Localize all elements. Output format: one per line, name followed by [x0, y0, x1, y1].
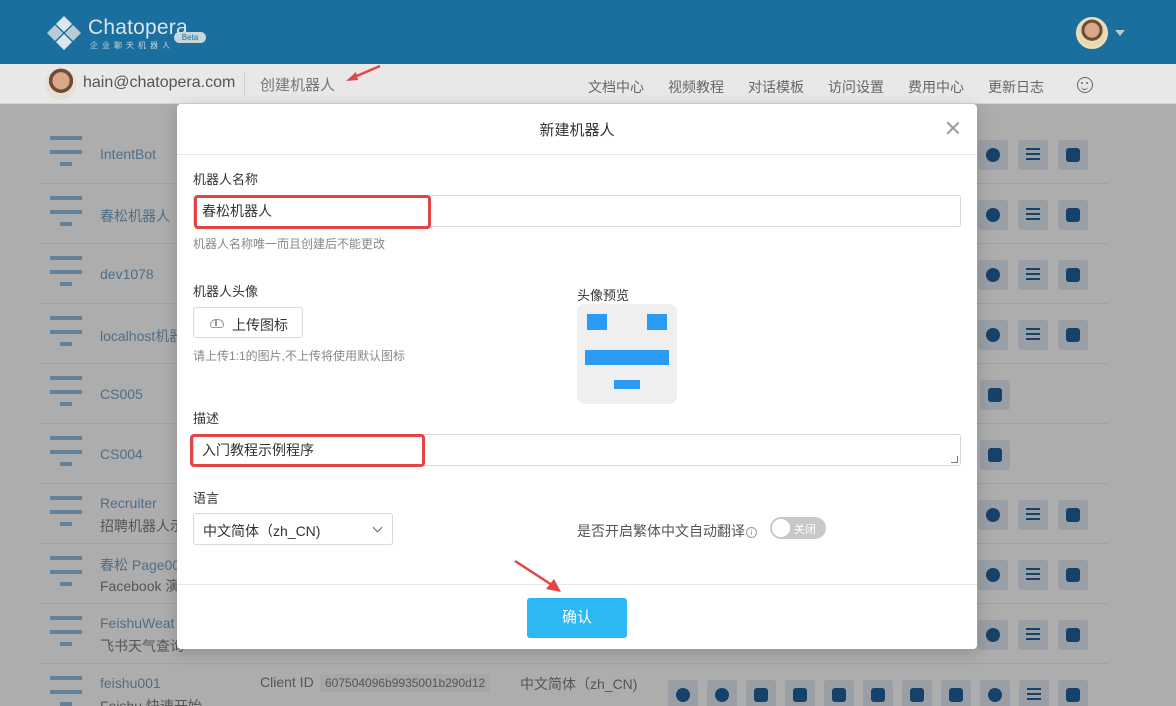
language-select[interactable]: 中文简体（zh_CN) [193, 513, 393, 545]
nav-templates[interactable]: 对话模板 [748, 77, 804, 97]
dialog-title: 新建机器人 [539, 122, 615, 139]
nav-changelog[interactable]: 更新日志 [988, 77, 1044, 97]
create-bot-dialog: 新建机器人 机器人名称 春松机器人 机器人名称唯一而且创建后不能更改 机器人头像… [177, 104, 977, 649]
nav-docs[interactable]: 文档中心 [588, 77, 644, 97]
avatar-preview-label: 头像预览 [577, 288, 630, 303]
chevron-down-icon[interactable] [1115, 30, 1125, 36]
nav-videos[interactable]: 视频教程 [668, 77, 724, 97]
language-label: 语言 [193, 491, 220, 506]
logo-text: Chatopera [88, 16, 188, 39]
divider [244, 72, 245, 96]
sub-nav: hain@chatopera.com 创建机器人 文档中心 视频教程 对话模板 … [0, 64, 1176, 104]
language-select-value: 中文简体（zh_CN) [203, 523, 321, 539]
dialog-footer: 确认 [177, 584, 977, 649]
toggle-state-text: 关闭 [794, 524, 816, 536]
resize-handle-icon[interactable] [951, 456, 958, 463]
dialog-header: 新建机器人 [177, 104, 977, 155]
feedback-smiley-icon[interactable] [1077, 77, 1093, 93]
beta-badge: Beta [174, 32, 206, 43]
logo-subtitle: 企业聊天机器人 [90, 41, 174, 50]
annotation-arrow-icon [346, 64, 381, 81]
user-avatar[interactable] [1076, 17, 1108, 49]
account-email: hain@chatopera.com [83, 74, 236, 91]
chevron-down-icon [372, 522, 383, 533]
annotation-highlight [194, 195, 431, 229]
nav-access-settings[interactable]: 访问设置 [828, 77, 884, 97]
top-bar: Chatopera 企业聊天机器人 Beta [0, 0, 1176, 64]
annotation-arrow-icon [514, 559, 561, 592]
confirm-button[interactable]: 确认 [527, 598, 627, 638]
avatar-preview [577, 304, 677, 404]
bot-avatar-label: 机器人头像 [193, 284, 259, 299]
annotation-highlight [190, 434, 425, 467]
cloud-upload-icon [210, 319, 224, 328]
nav-billing[interactable]: 费用中心 [908, 77, 964, 97]
upload-hint: 请上传1:1的图片,不上传将使用默认图标 [193, 349, 406, 363]
auto-translate-toggle[interactable]: 关闭 [770, 517, 826, 539]
bot-name-label: 机器人名称 [193, 172, 259, 187]
info-icon[interactable]: i [746, 527, 757, 538]
description-label: 描述 [193, 411, 220, 426]
upload-button-label: 上传图标 [232, 317, 288, 333]
create-bot-link[interactable]: 创建机器人 [260, 74, 335, 95]
chatopera-logo-icon[interactable] [46, 14, 82, 50]
toggle-knob [772, 519, 790, 537]
close-icon[interactable] [945, 120, 961, 136]
auto-translate-label: 是否开启繁体中文自动翻译 i [577, 521, 757, 541]
account-avatar [45, 68, 77, 100]
auto-translate-text: 是否开启繁体中文自动翻译 [577, 523, 745, 539]
upload-icon-button[interactable]: 上传图标 [193, 307, 303, 338]
bot-name-hint: 机器人名称唯一而且创建后不能更改 [193, 237, 386, 251]
